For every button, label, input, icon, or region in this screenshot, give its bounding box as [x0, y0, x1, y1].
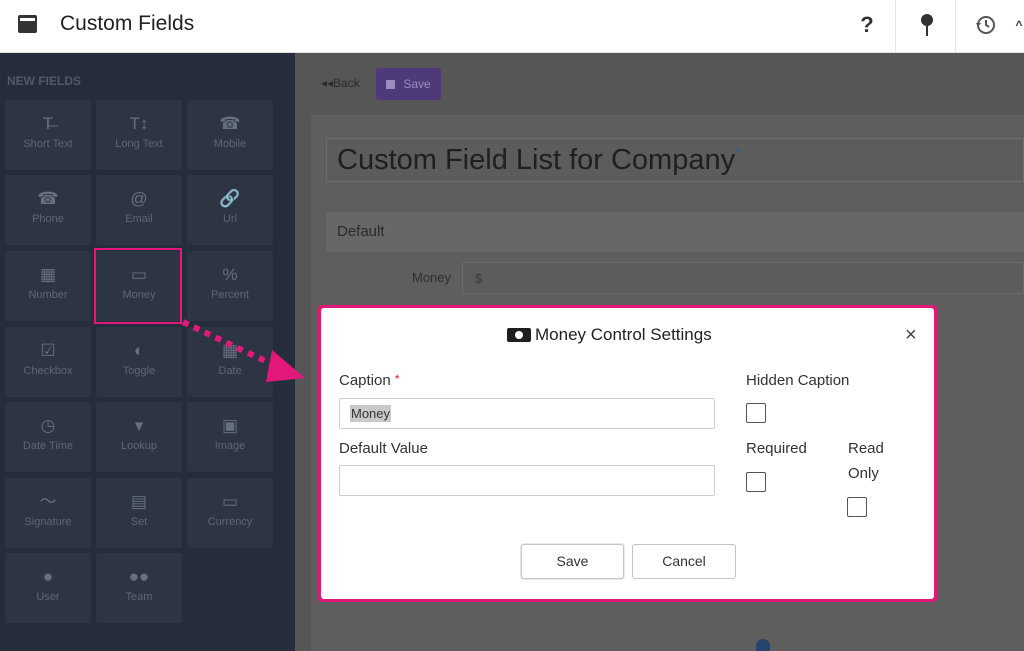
default-value-label: Default Value: [339, 440, 428, 457]
read-only-label-line1: Read: [848, 440, 884, 457]
caption-value: Money: [350, 405, 392, 422]
default-value-input[interactable]: [339, 465, 715, 496]
dotted-arrow-line: [181, 319, 282, 371]
read-only-label-line2: Only: [848, 465, 879, 482]
money-icon: [507, 328, 531, 342]
modal-save-button[interactable]: Save: [521, 544, 624, 579]
hidden-caption-label: Hidden Caption: [746, 372, 850, 389]
hidden-caption-checkbox[interactable]: [746, 403, 766, 423]
caption-input[interactable]: Money: [339, 398, 715, 429]
required-checkbox[interactable]: [746, 472, 766, 492]
caption-label: Caption *: [339, 372, 400, 389]
modal-cancel-button[interactable]: Cancel: [632, 544, 736, 579]
required-label: Required: [746, 440, 807, 457]
modal-title: Money Control Settings: [535, 325, 712, 344]
required-asterisk: *: [394, 372, 400, 386]
dotted-arrow-head: [266, 350, 305, 382]
close-icon[interactable]: ×: [905, 325, 917, 345]
read-only-checkbox[interactable]: [847, 497, 867, 517]
caption-label-text: Caption: [339, 372, 391, 389]
